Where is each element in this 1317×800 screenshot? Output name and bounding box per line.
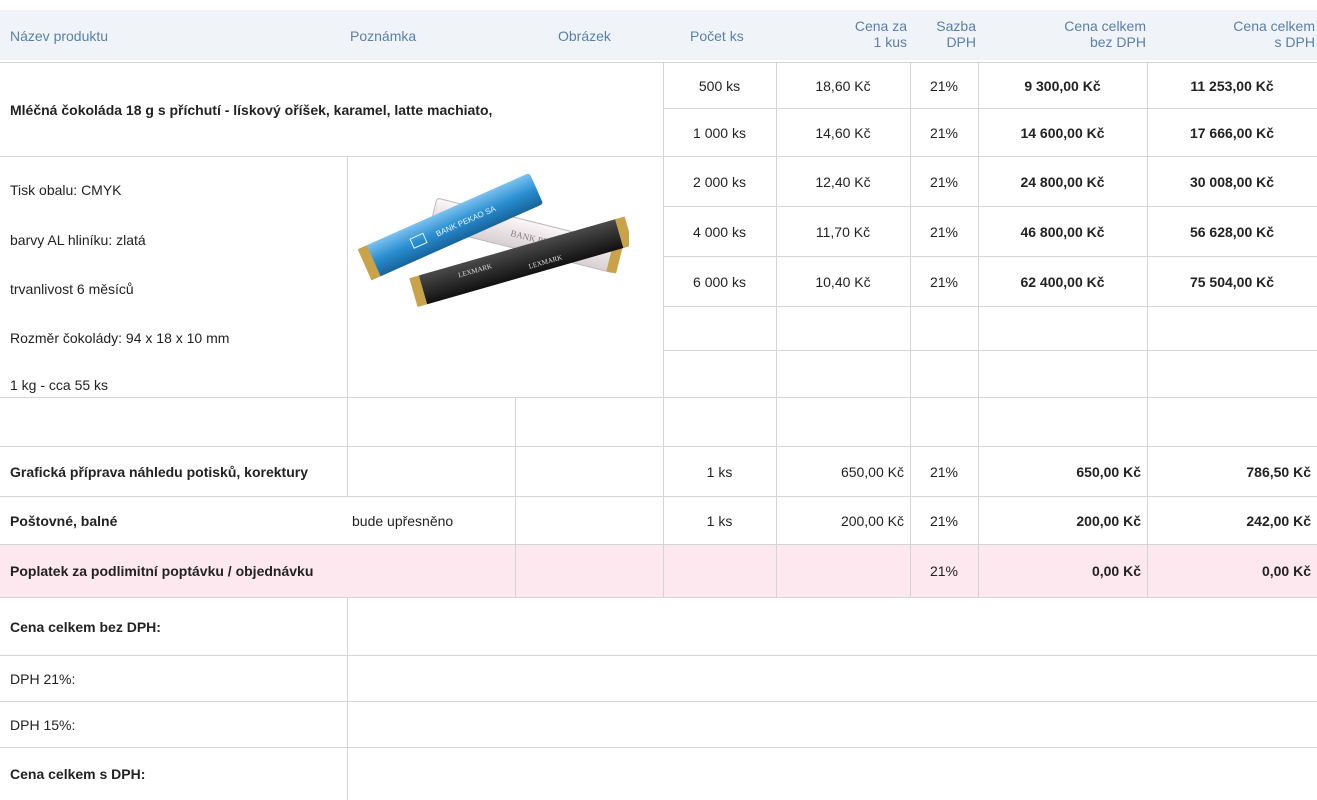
extra-shipping-net: 200,00 Kč: [1076, 512, 1141, 529]
extra-graphics-gross: 786,50 Kč: [1246, 463, 1311, 480]
spec-print: Tisk obalu: CMYK: [10, 182, 122, 198]
extra-shipping-unit: 200,00 Kč: [840, 512, 904, 529]
price-row-2-unit: 14,60 Kč: [815, 124, 871, 141]
price-row-3-qty: 2 000 ks: [693, 173, 746, 190]
surcharge-name: Poplatek za podlimitní poptávku / objedn…: [10, 563, 314, 579]
surcharge-net: 0,00 Kč: [1091, 563, 1141, 579]
price-row-4-unit: 11,70 Kč: [815, 223, 871, 240]
summary-total-net-label: Cena celkem bez DPH:: [10, 618, 161, 635]
price-row-1-unit: 18,60 Kč: [815, 77, 871, 94]
table-header: Název produktu Poznámka Obrázek Počet ks…: [0, 10, 1317, 60]
header-product: Název produktu: [10, 28, 109, 44]
price-row-2-gross: 17 666,00 Kč: [1189, 124, 1275, 141]
extra-shipping-name: Poštovné, balné: [10, 512, 118, 529]
price-row-3-gross: 30 008,00 Kč: [1189, 173, 1275, 190]
spec-shelf-life: trvanlivost 6 měsíců: [10, 281, 134, 297]
header-qty: Počet ks: [690, 28, 744, 44]
summary-vat15-label: DPH 15%:: [10, 716, 76, 733]
price-row-4-vat: 21%: [929, 223, 959, 240]
price-row-1-vat: 21%: [929, 77, 959, 94]
spec-dimensions: Rozměr čokolády: 94 x 18 x 10 mm: [10, 330, 230, 346]
price-row-2-vat: 21%: [929, 124, 959, 141]
surcharge-gross: 0,00 Kč: [1261, 563, 1311, 579]
header-unit-price: Cena za 1 kus: [854, 18, 907, 50]
price-row-4-net: 46 800,00 Kč: [1020, 223, 1105, 240]
price-row-5-net: 62 400,00 Kč: [1020, 273, 1105, 290]
summary-vat21-label: DPH 21%:: [10, 670, 76, 687]
header-vat: Sazba DPH: [936, 18, 976, 50]
surcharge-vat: 21%: [929, 563, 959, 579]
product-name: Mléčná čokoláda 18 g s příchutí - lískov…: [10, 101, 493, 118]
extra-graphics-name: Grafická příprava náhledu potisků, korek…: [10, 463, 308, 480]
price-row-1-qty: 500 ks: [698, 77, 741, 94]
product-image: BANK PEKAO SA LEXMARK LEXMARK BANK PEKAO…: [357, 168, 633, 308]
price-row-3-unit: 12,40 Kč: [815, 173, 871, 190]
price-row-5-gross: 75 504,00 Kč: [1189, 273, 1275, 290]
price-row-5-unit: 10,40 Kč: [815, 273, 871, 290]
extra-graphics-vat: 21%: [929, 463, 959, 480]
price-row-5-qty: 6 000 ks: [693, 273, 746, 290]
summary-total-gross-label: Cena celkem s DPH:: [10, 766, 146, 782]
price-row-2-net: 14 600,00 Kč: [1020, 124, 1105, 141]
price-row-4-gross: 56 628,00 Kč: [1189, 223, 1275, 240]
extra-shipping-vat: 21%: [929, 512, 959, 529]
quote-table: Název produktu Poznámka Obrázek Počet ks…: [0, 0, 1317, 800]
header-note: Poznámka: [350, 28, 417, 44]
price-row-4-qty: 4 000 ks: [693, 223, 746, 240]
header-image: Obrázek: [558, 28, 611, 44]
extra-shipping-note: bude upřesněno: [352, 512, 454, 529]
price-row-1-gross: 11 253,00 Kč: [1190, 77, 1274, 94]
header-total-net: Cena celkem bez DPH: [1064, 18, 1146, 50]
spec-weight: 1 kg - cca 55 ks: [10, 377, 109, 393]
price-row-3-vat: 21%: [929, 173, 959, 190]
price-row-5-vat: 21%: [929, 273, 959, 290]
extra-shipping-qty: 1 ks: [706, 512, 733, 529]
extra-graphics-unit: 650,00 Kč: [840, 463, 904, 480]
header-total-gross: Cena celkem s DPH: [1233, 18, 1315, 50]
extra-graphics-qty: 1 ks: [706, 463, 733, 480]
extra-shipping-gross: 242,00 Kč: [1246, 512, 1311, 529]
extra-graphics-net: 650,00 Kč: [1076, 463, 1141, 480]
price-row-2-qty: 1 000 ks: [693, 124, 746, 141]
price-row-1-net: 9 300,00 Kč: [1024, 77, 1101, 94]
spec-foil-color: barvy AL hliníku: zlatá: [10, 232, 146, 248]
price-row-3-net: 24 800,00 Kč: [1020, 173, 1105, 190]
